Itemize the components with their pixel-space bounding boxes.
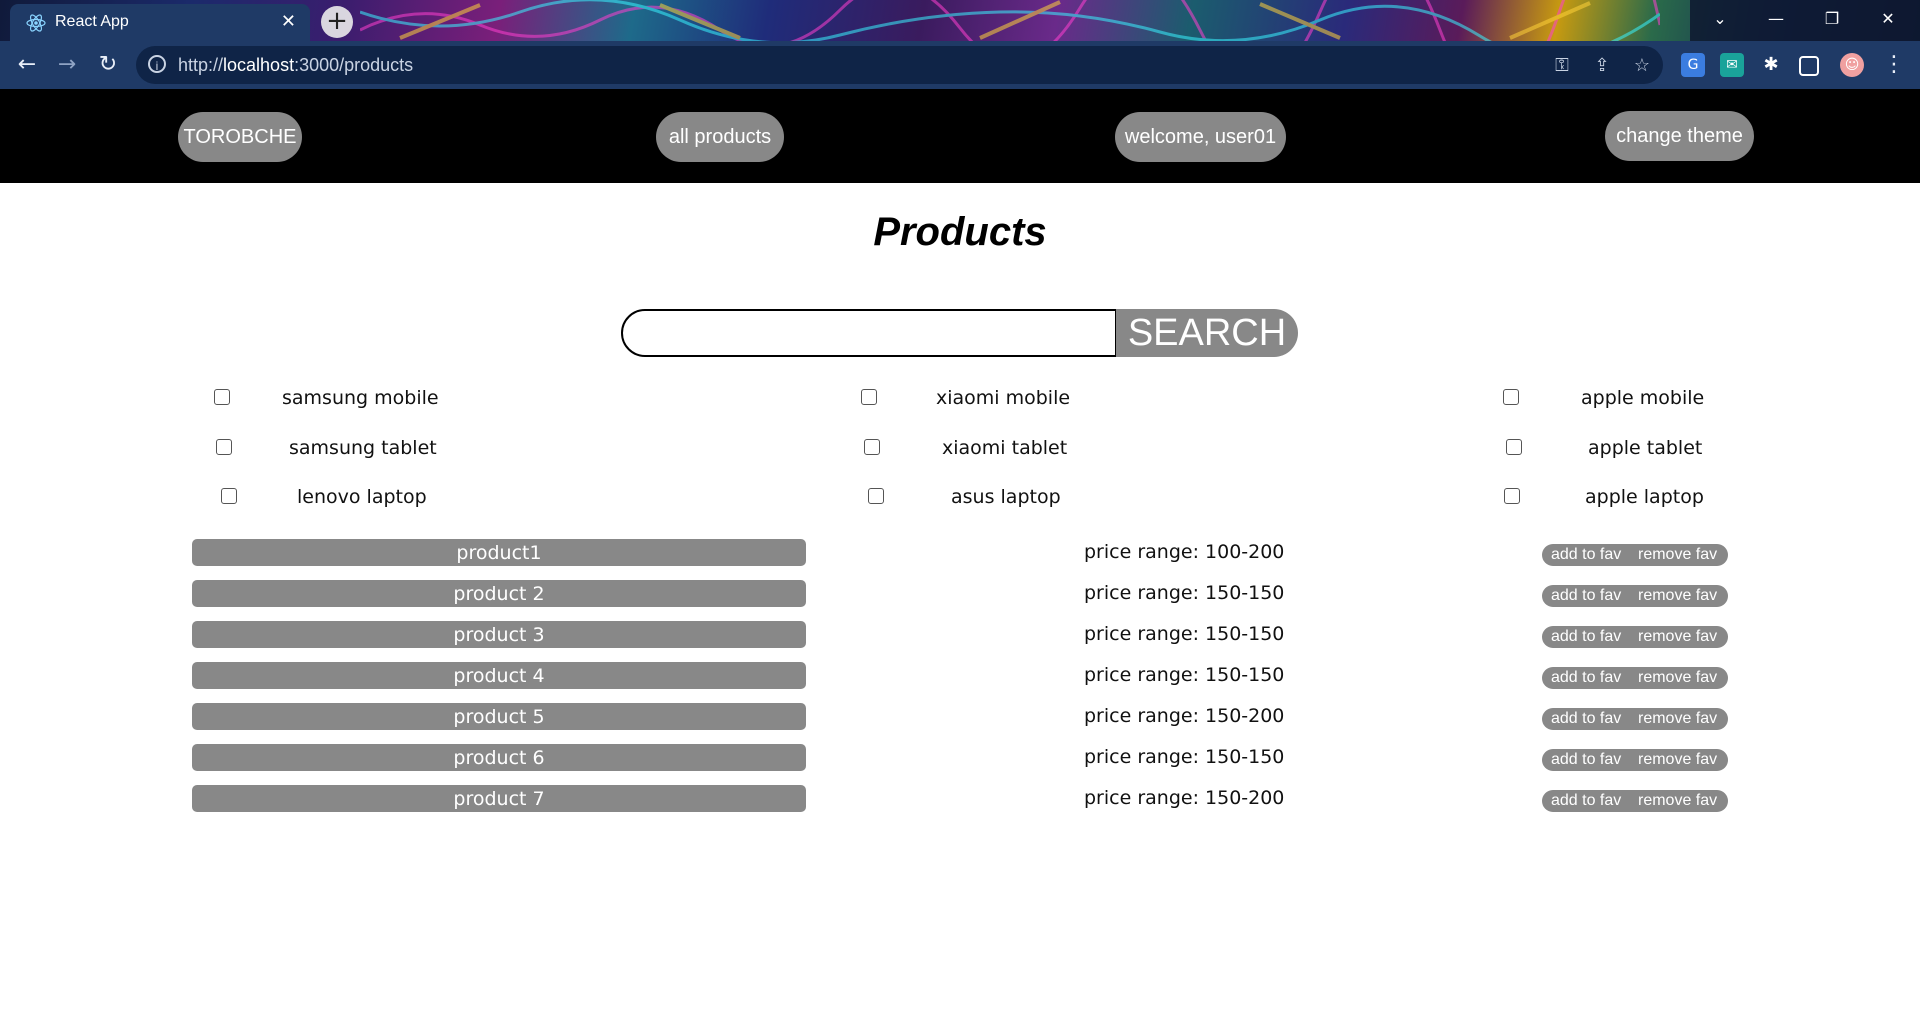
browser-tab-active[interactable]: React App ✕: [10, 4, 310, 41]
product-name-button[interactable]: product 2: [192, 580, 806, 607]
side-panel-icon[interactable]: [1799, 56, 1819, 76]
change-theme-button[interactable]: change theme: [1605, 111, 1754, 161]
new-tab-button[interactable]: +: [321, 6, 353, 38]
star-bookmark-icon[interactable]: ☆: [1631, 54, 1653, 76]
product-price-range: price range: 150-150: [1084, 623, 1285, 645]
filter-label: xiaomi mobile: [936, 387, 1071, 409]
window-close-icon[interactable]: ✕: [1860, 0, 1916, 41]
filter-checkbox[interactable]: [1504, 488, 1520, 504]
remove-fav-button[interactable]: remove fav: [1638, 544, 1717, 566]
search-button[interactable]: SEARCH: [1116, 309, 1298, 357]
add-to-fav-button[interactable]: add to fav: [1551, 790, 1621, 812]
restore-icon[interactable]: ❐: [1804, 0, 1860, 41]
product-price-range: price range: 150-150: [1084, 582, 1285, 604]
product-price-range: price range: 150-150: [1084, 746, 1285, 768]
filter-checkbox[interactable]: [1506, 439, 1522, 455]
filter-label: apple tablet: [1588, 437, 1703, 459]
url-path: :3000/products: [294, 55, 414, 75]
tab-search-icon[interactable]: ⌄: [1692, 0, 1748, 41]
url-text: http://localhost:3000/products: [178, 55, 413, 76]
remove-fav-button[interactable]: remove fav: [1638, 585, 1717, 607]
add-to-fav-button[interactable]: add to fav: [1551, 626, 1621, 648]
key-icon[interactable]: ⚿: [1551, 54, 1573, 76]
page-title: Products: [873, 210, 1047, 254]
filter-label: samsung mobile: [282, 387, 439, 409]
remove-fav-button[interactable]: remove fav: [1638, 708, 1717, 730]
remove-fav-button[interactable]: remove fav: [1638, 626, 1717, 648]
add-to-fav-button[interactable]: add to fav: [1551, 585, 1621, 607]
product-price-range: price range: 150-150: [1084, 664, 1285, 686]
add-to-fav-button[interactable]: add to fav: [1551, 708, 1621, 730]
filter-checkbox[interactable]: [214, 389, 230, 405]
share-icon[interactable]: ⇪: [1591, 54, 1613, 76]
welcome-user-button[interactable]: welcome, user01: [1115, 112, 1286, 162]
browser-tab-strip: React App ✕ + ⌄ — ❐ ✕: [0, 0, 1920, 41]
add-to-fav-button[interactable]: add to fav: [1551, 544, 1621, 566]
filter-label: apple laptop: [1585, 486, 1704, 508]
reload-icon[interactable]: ↻: [94, 51, 122, 79]
favorite-controls: add to fav remove fav: [1542, 544, 1728, 566]
remove-fav-button[interactable]: remove fav: [1638, 790, 1717, 812]
favorite-controls: add to fav remove fav: [1542, 749, 1728, 771]
product-price-range: price range: 100-200: [1084, 541, 1285, 563]
filter-checkbox[interactable]: [861, 389, 877, 405]
favorite-controls: add to fav remove fav: [1542, 708, 1728, 730]
filter-checkbox[interactable]: [221, 488, 237, 504]
tab-close-icon[interactable]: ✕: [281, 11, 296, 32]
filter-checkbox[interactable]: [868, 488, 884, 504]
favorite-controls: add to fav remove fav: [1542, 585, 1728, 607]
translate-extension-icon[interactable]: G: [1681, 53, 1705, 77]
theme-artwork: [360, 0, 1660, 41]
product-name-button[interactable]: product 5: [192, 703, 806, 730]
product-price-range: price range: 150-200: [1084, 705, 1285, 727]
product-name-button[interactable]: product 6: [192, 744, 806, 771]
filter-label: apple mobile: [1581, 387, 1705, 409]
tab-title: React App: [55, 13, 129, 30]
browser-toolbar: ← → ↻ i http://localhost:3000/products ⚿…: [0, 41, 1920, 89]
react-logo-icon: [26, 14, 46, 32]
favorite-controls: add to fav remove fav: [1542, 667, 1728, 689]
brand-button[interactable]: TOROBCHE: [178, 112, 302, 162]
app-navbar: TOROBCHE all products welcome, user01 ch…: [0, 89, 1920, 183]
favorite-controls: add to fav remove fav: [1542, 790, 1728, 812]
product-name-button[interactable]: product 3: [192, 621, 806, 648]
product-price-range: price range: 150-200: [1084, 787, 1285, 809]
extensions-puzzle-icon[interactable]: ✱: [1759, 53, 1783, 77]
url-scheme: http://: [178, 55, 224, 75]
url-host: localhost: [223, 55, 295, 75]
remove-fav-button[interactable]: remove fav: [1638, 667, 1717, 689]
site-info-icon[interactable]: i: [148, 55, 166, 73]
product-name-button[interactable]: product 4: [192, 662, 806, 689]
product-name-button[interactable]: product 7: [192, 785, 806, 812]
profile-avatar[interactable]: ☺: [1840, 53, 1864, 77]
filter-label: asus laptop: [951, 486, 1061, 508]
address-bar[interactable]: i http://localhost:3000/products ⚿ ⇪ ☆: [136, 46, 1663, 84]
all-products-button[interactable]: all products: [656, 112, 784, 162]
filter-label: xiaomi tablet: [942, 437, 1068, 459]
filter-checkbox[interactable]: [864, 439, 880, 455]
filter-checkbox[interactable]: [1503, 389, 1519, 405]
remove-fav-button[interactable]: remove fav: [1638, 749, 1717, 771]
minimize-icon[interactable]: —: [1748, 0, 1804, 41]
search-input[interactable]: [621, 309, 1117, 357]
add-to-fav-button[interactable]: add to fav: [1551, 749, 1621, 771]
back-arrow-icon[interactable]: ←: [13, 51, 41, 79]
filter-label: lenovo laptop: [297, 486, 427, 508]
filter-label: samsung tablet: [289, 437, 437, 459]
forward-arrow-icon[interactable]: →: [53, 51, 81, 79]
filter-checkbox[interactable]: [216, 439, 232, 455]
mail-extension-icon[interactable]: ✉: [1720, 53, 1744, 77]
product-name-button[interactable]: product1: [192, 539, 806, 566]
browser-menu-icon[interactable]: ⋮: [1880, 51, 1908, 79]
add-to-fav-button[interactable]: add to fav: [1551, 667, 1621, 689]
favorite-controls: add to fav remove fav: [1542, 626, 1728, 648]
